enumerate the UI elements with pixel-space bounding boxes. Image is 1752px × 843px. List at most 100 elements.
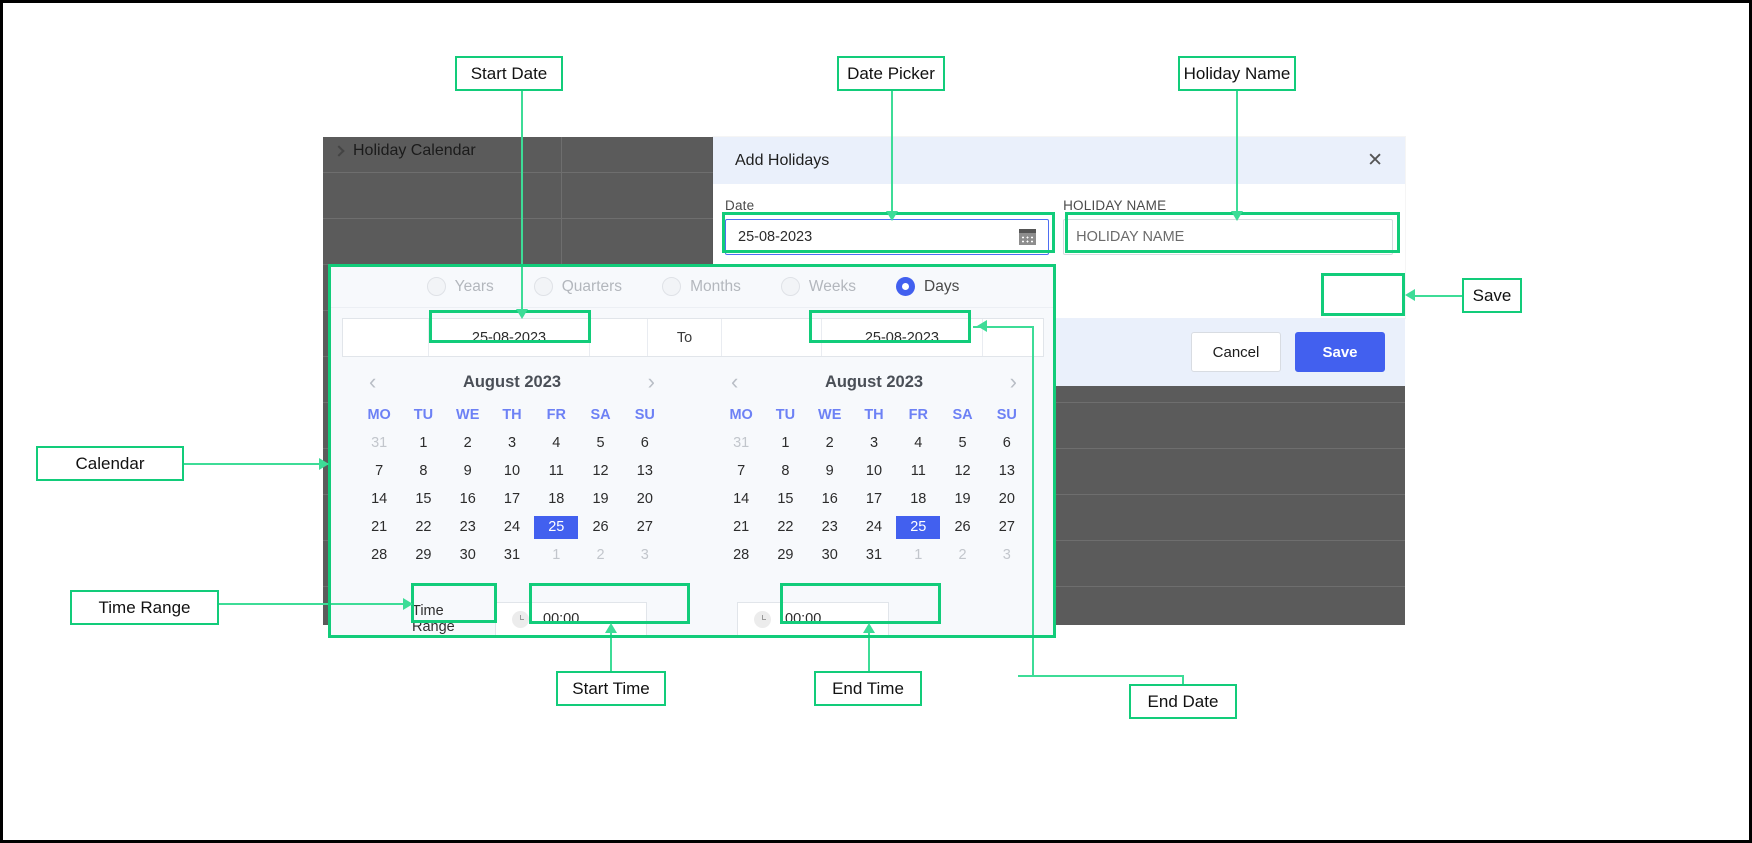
arrow-end-date — [977, 320, 987, 332]
day-cell[interactable]: 20 — [623, 488, 667, 511]
day-cell[interactable]: 11 — [896, 460, 940, 483]
day-cell[interactable]: 29 — [401, 544, 445, 567]
day-cell[interactable]: 1 — [896, 544, 940, 567]
chevron-right-icon[interactable]: › — [648, 371, 655, 393]
day-cell[interactable]: 10 — [852, 460, 896, 483]
day-cell[interactable]: 31 — [490, 544, 534, 567]
start-time-input[interactable]: 00:00 — [495, 602, 647, 636]
day-cell[interactable]: 18 — [896, 488, 940, 511]
chevron-left-icon[interactable]: ‹ — [731, 371, 738, 393]
calendar-end-title: August 2023 — [824, 372, 924, 391]
day-cell[interactable]: 15 — [763, 488, 807, 511]
day-cell[interactable]: 1 — [763, 432, 807, 455]
day-cell[interactable]: 2 — [446, 432, 490, 455]
day-cell[interactable]: 2 — [578, 544, 622, 567]
modal-body: Date 25-08-2023 HOLIDAY NAME HOLIDAY NAM… — [713, 184, 1405, 268]
cancel-button[interactable]: Cancel — [1191, 332, 1281, 372]
day-cell[interactable]: 8 — [763, 460, 807, 483]
day-cell[interactable]: 18 — [534, 488, 578, 511]
day-cell[interactable]: 19 — [578, 488, 622, 511]
picker-mode-years[interactable]: Years — [426, 277, 494, 296]
day-cell[interactable]: 30 — [808, 544, 852, 567]
day-cell[interactable]: 2 — [808, 432, 852, 455]
day-cell[interactable]: 21 — [719, 516, 763, 539]
day-cell[interactable]: 1 — [534, 544, 578, 567]
day-cell[interactable]: 1 — [401, 432, 445, 455]
day-cell[interactable]: 31 — [719, 432, 763, 455]
day-cell[interactable]: 28 — [719, 544, 763, 567]
day-cell[interactable]: 7 — [719, 460, 763, 483]
day-cell[interactable]: 17 — [852, 488, 896, 511]
day-cell[interactable]: 28 — [357, 544, 401, 567]
day-cell[interactable]: 26 — [940, 516, 984, 539]
day-cell[interactable]: 16 — [808, 488, 852, 511]
picker-mode-quarters[interactable]: Quarters — [533, 277, 622, 296]
day-cell[interactable]: 26 — [578, 516, 622, 539]
day-cell[interactable]: 23 — [446, 516, 490, 539]
radio-selected-icon[interactable] — [896, 277, 915, 296]
day-cell[interactable]: 29 — [763, 544, 807, 567]
day-cell[interactable]: 4 — [896, 432, 940, 455]
range-end-date-input[interactable]: 25-08-2023 — [822, 319, 984, 356]
day-cell[interactable]: 31 — [357, 432, 401, 455]
day-cell[interactable]: 12 — [940, 460, 984, 483]
date-input[interactable]: 25-08-2023 — [725, 219, 1050, 255]
chevron-right-icon[interactable]: › — [1010, 371, 1017, 393]
day-cell[interactable]: 30 — [446, 544, 490, 567]
day-cell[interactable]: 4 — [534, 432, 578, 455]
picker-mode-weeks[interactable]: Weeks — [780, 277, 856, 296]
range-left-pad — [343, 319, 429, 356]
day-cell[interactable]: 2 — [940, 544, 984, 567]
day-cell[interactable]: 27 — [623, 516, 667, 539]
radio-icon[interactable] — [780, 277, 800, 296]
calendar-icon[interactable] — [1019, 229, 1037, 245]
day-cell[interactable]: 6 — [985, 432, 1029, 455]
day-cell[interactable]: 3 — [623, 544, 667, 567]
day-cell[interactable]: 9 — [446, 460, 490, 483]
day-cell[interactable]: 14 — [719, 488, 763, 511]
picker-mode-months[interactable]: Months — [662, 277, 741, 296]
day-cell[interactable]: 5 — [940, 432, 984, 455]
holiday-name-input[interactable]: HOLIDAY NAME — [1063, 219, 1393, 255]
day-cell[interactable]: 11 — [534, 460, 578, 483]
day-cell[interactable]: 22 — [763, 516, 807, 539]
day-cell[interactable]: 7 — [357, 460, 401, 483]
radio-icon[interactable] — [662, 277, 682, 296]
range-start-date-input[interactable]: 25-08-2023 — [429, 319, 591, 356]
day-cell[interactable]: 15 — [401, 488, 445, 511]
day-cell[interactable]: 23 — [808, 516, 852, 539]
day-cell[interactable]: 3 — [852, 432, 896, 455]
picker-mode-days[interactable]: Days — [896, 277, 959, 296]
day-cell[interactable]: 24 — [852, 516, 896, 539]
day-cell[interactable]: 8 — [401, 460, 445, 483]
day-cell[interactable]: 19 — [940, 488, 984, 511]
day-cell[interactable]: 3 — [490, 432, 534, 455]
table-row-label: Holiday Calendar — [353, 142, 476, 159]
day-cell[interactable]: 20 — [985, 488, 1029, 511]
radio-icon[interactable] — [426, 277, 446, 296]
day-cell[interactable]: 9 — [808, 460, 852, 483]
day-cell[interactable]: 6 — [623, 432, 667, 455]
day-cell[interactable]: 13 — [623, 460, 667, 483]
day-cell[interactable]: 27 — [985, 516, 1029, 539]
table-row-holiday-calendar[interactable]: Holiday Calendar — [333, 142, 476, 160]
day-cell-selected[interactable]: 25 — [534, 516, 579, 539]
day-cell[interactable]: 14 — [357, 488, 401, 511]
day-cell[interactable]: 24 — [490, 516, 534, 539]
day-cell[interactable]: 5 — [578, 432, 622, 455]
day-cell[interactable]: 21 — [357, 516, 401, 539]
day-cell[interactable]: 31 — [852, 544, 896, 567]
radio-icon[interactable] — [533, 277, 553, 296]
day-cell[interactable]: 10 — [490, 460, 534, 483]
day-cell[interactable]: 12 — [578, 460, 622, 483]
day-cell[interactable]: 16 — [446, 488, 490, 511]
close-icon[interactable]: ✕ — [1367, 151, 1383, 170]
dow-label: SA — [590, 407, 611, 423]
day-cell[interactable]: 13 — [985, 460, 1029, 483]
day-cell-selected[interactable]: 25 — [896, 516, 941, 539]
day-cell[interactable]: 3 — [985, 544, 1029, 567]
day-cell[interactable]: 22 — [401, 516, 445, 539]
chevron-left-icon[interactable]: ‹ — [369, 371, 376, 393]
day-cell[interactable]: 17 — [490, 488, 534, 511]
save-button[interactable]: Save — [1295, 332, 1385, 372]
